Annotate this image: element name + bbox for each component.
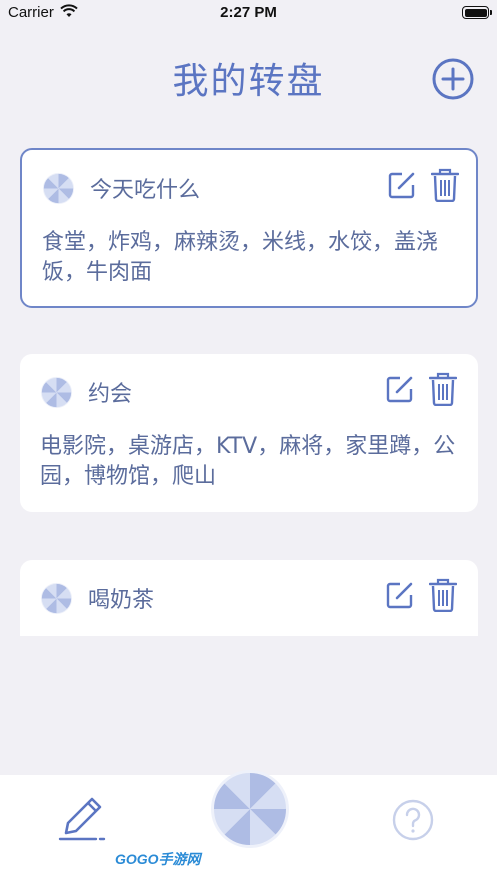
add-wheel-button[interactable] — [431, 57, 475, 101]
wheel-thumbnail-icon — [40, 582, 73, 615]
wheel-options: 食堂，炸鸡，麻辣烫，米线，水饺，盖浇饭，牛肉面 — [42, 230, 439, 285]
wheel-name: 约会 — [88, 382, 133, 407]
wheel-options: 电影院，桌游店，KTV，麻将，家里蹲，公园，博物馆，爬山 — [40, 434, 456, 489]
trash-icon — [428, 372, 458, 407]
tab-edit[interactable] — [58, 795, 108, 843]
spin-wheel-icon — [211, 770, 289, 848]
edit-button[interactable] — [385, 374, 415, 404]
edit-button[interactable] — [387, 170, 417, 200]
edit-button[interactable] — [385, 580, 415, 610]
wheel-thumbnail-icon — [42, 172, 75, 205]
trash-icon — [430, 168, 460, 203]
wheel-card[interactable]: 约会 电影院，桌游店，KTV，麻将，家里蹲，公园，博物馆，爬山 — [20, 354, 478, 512]
tab-spin-wheel[interactable] — [210, 769, 290, 849]
wheel-card[interactable]: 喝奶茶 — [20, 560, 478, 636]
plus-circle-icon — [432, 58, 474, 100]
trash-icon — [428, 578, 458, 613]
tab-help[interactable] — [392, 799, 434, 841]
edit-pen-icon — [58, 797, 106, 841]
edit-icon — [388, 172, 415, 199]
delete-button[interactable] — [428, 578, 458, 613]
wheel-name: 今天吃什么 — [90, 178, 201, 203]
delete-button[interactable] — [428, 372, 458, 407]
edit-icon — [386, 376, 413, 403]
battery-icon — [462, 6, 492, 19]
status-bar: Carrier 2:27 PM — [0, 0, 497, 26]
edit-icon — [386, 582, 413, 609]
watermark: GOGO手游网 — [115, 851, 201, 867]
delete-button[interactable] — [430, 168, 460, 203]
wheel-thumbnail-icon — [40, 376, 73, 409]
tab-bar: GOGO手游网 — [0, 770, 497, 883]
clock: 2:27 PM — [220, 4, 277, 21]
page-title: 我的转盘 — [172, 61, 325, 102]
wheel-card[interactable]: 今天吃什么 食堂，炸鸡，麻辣烫，米线，水饺，盖浇饭，牛肉面 — [20, 148, 478, 308]
help-icon — [392, 799, 434, 841]
wheel-name: 喝奶茶 — [88, 588, 155, 613]
